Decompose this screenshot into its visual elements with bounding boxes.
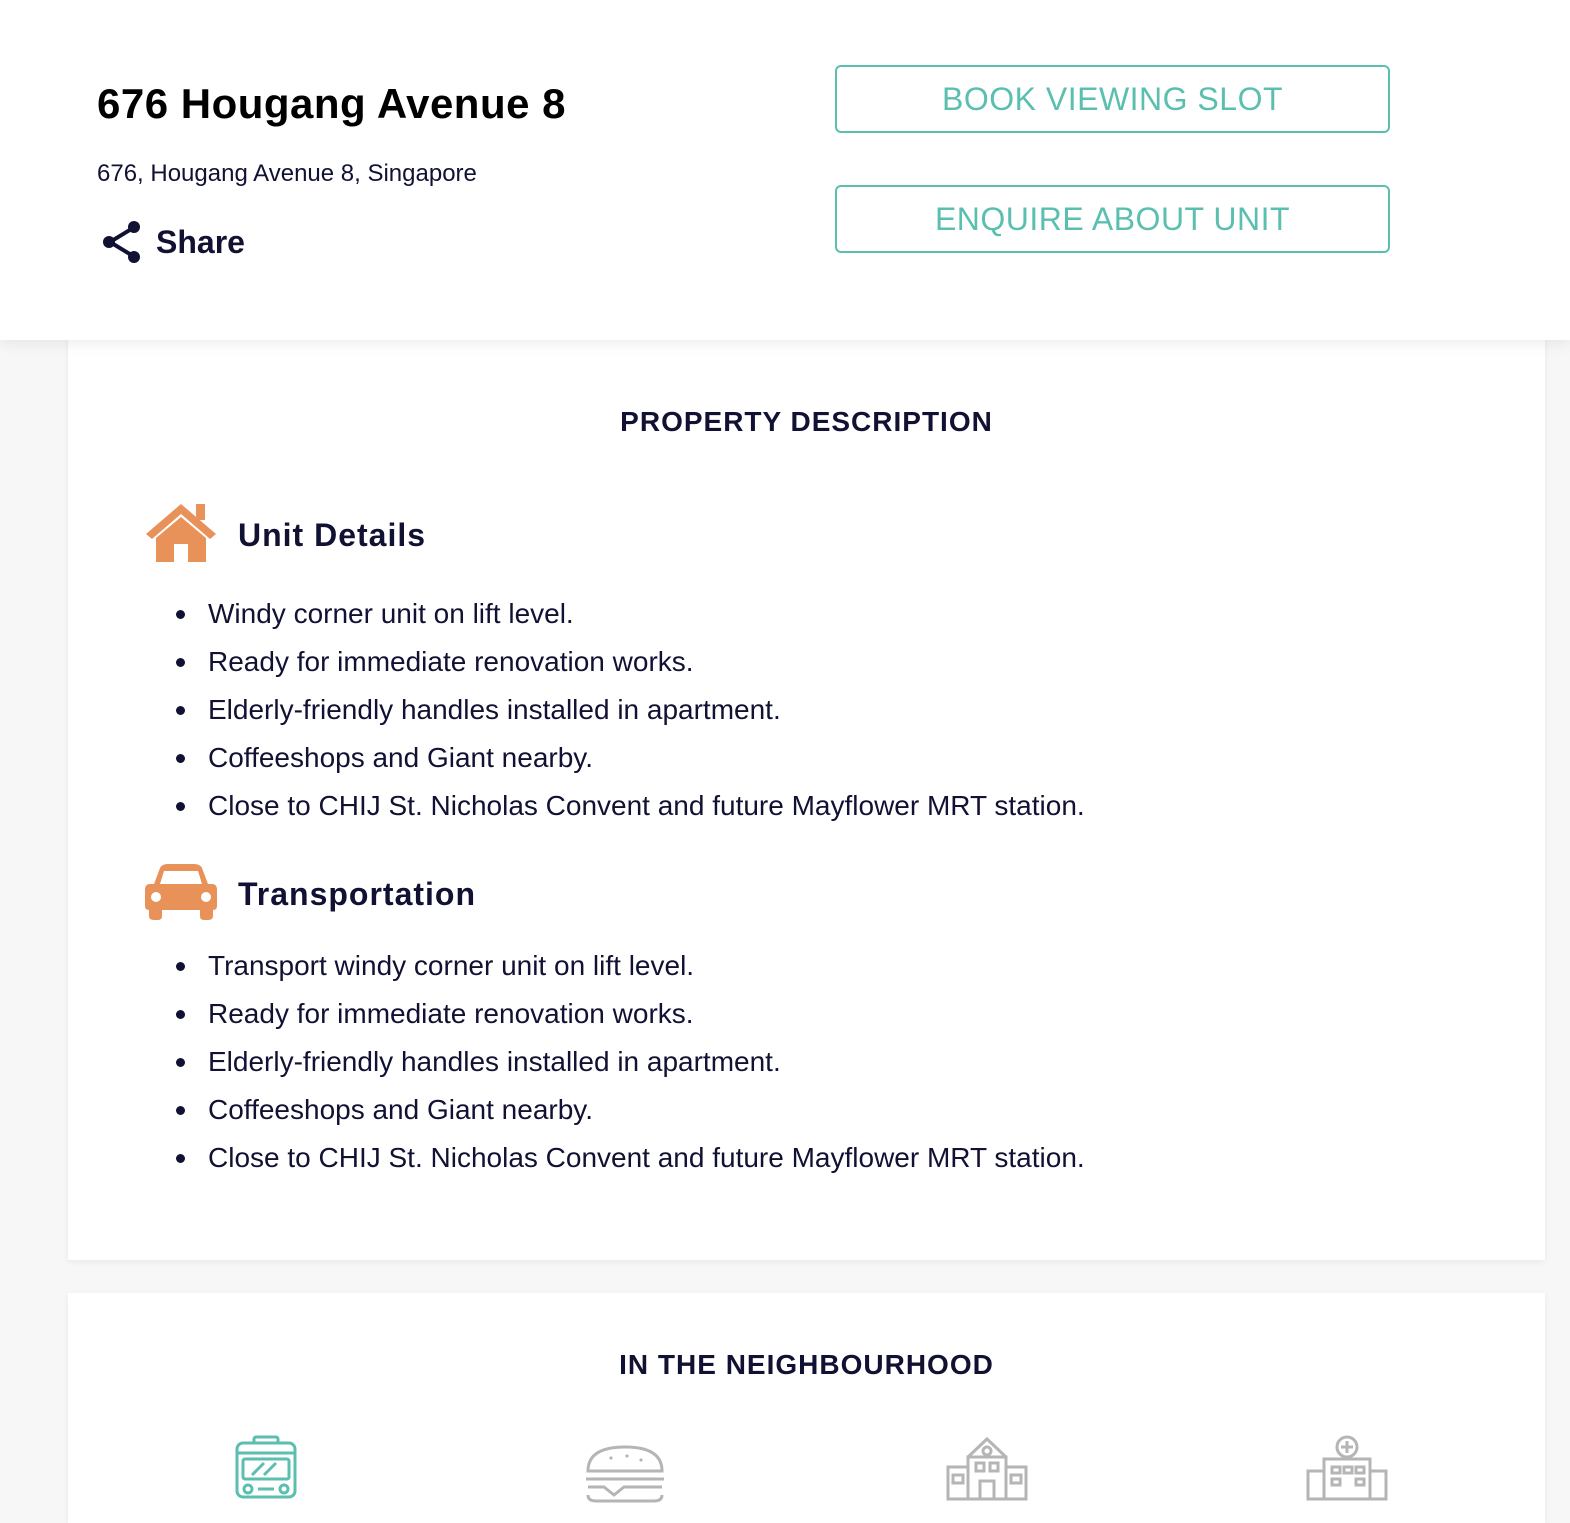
enquire-about-unit-button[interactable]: ENQUIRE ABOUT UNIT <box>835 185 1390 253</box>
unit-details-label: Unit Details <box>238 517 427 553</box>
book-viewing-slot-button[interactable]: BOOK VIEWING SLOT <box>835 65 1390 133</box>
neighbourhood-card: IN THE NEIGHBOURHOOD <box>68 1293 1545 1523</box>
hospital-icon[interactable] <box>1306 1435 1388 1506</box>
property-description-title: PROPERTY DESCRIPTION <box>620 406 993 437</box>
property-description-card: PROPERTY DESCRIPTION Unit Details Windy … <box>68 320 1545 1260</box>
property-address: 676, Hougang Avenue 8, Singapore <box>97 160 477 187</box>
unit-details-list: Windy corner unit on lift level. Ready f… <box>172 590 1085 830</box>
list-item: Transport windy corner unit on lift leve… <box>172 942 1085 990</box>
list-item: Coffeeshops and Giant nearby. <box>172 1086 1085 1134</box>
list-item: Close to CHIJ St. Nicholas Convent and f… <box>172 782 1085 830</box>
share-label: Share <box>156 224 245 260</box>
list-item: Coffeeshops and Giant nearby. <box>172 734 1085 782</box>
neighbourhood-icons <box>68 1435 1545 1515</box>
list-item: Elderly-friendly handles installed in ap… <box>172 1038 1085 1086</box>
list-item: Close to CHIJ St. Nicholas Convent and f… <box>172 1134 1085 1182</box>
unit-details-heading: Unit Details <box>144 502 426 569</box>
transportation-label: Transportation <box>238 876 477 912</box>
list-item: Ready for immediate renovation works. <box>172 638 1085 686</box>
share-button[interactable]: Share <box>100 220 245 264</box>
list-item: Windy corner unit on lift level. <box>172 590 1085 638</box>
transportation-list: Transport windy corner unit on lift leve… <box>172 942 1085 1182</box>
car-icon <box>144 862 218 927</box>
burger-icon[interactable] <box>584 1443 666 1508</box>
listing-header: 676 Hougang Avenue 8 676, Hougang Avenue… <box>0 0 1570 340</box>
bus-icon[interactable] <box>234 1435 298 1506</box>
house-icon <box>144 502 218 569</box>
page-title: 676 Hougang Avenue 8 <box>97 80 567 127</box>
share-icon <box>100 220 142 264</box>
neighbourhood-title: IN THE NEIGHBOURHOOD <box>619 1349 994 1380</box>
list-item: Ready for immediate renovation works. <box>172 990 1085 1038</box>
school-icon[interactable] <box>946 1435 1028 1506</box>
transportation-heading: Transportation <box>144 862 476 927</box>
list-item: Elderly-friendly handles installed in ap… <box>172 686 1085 734</box>
